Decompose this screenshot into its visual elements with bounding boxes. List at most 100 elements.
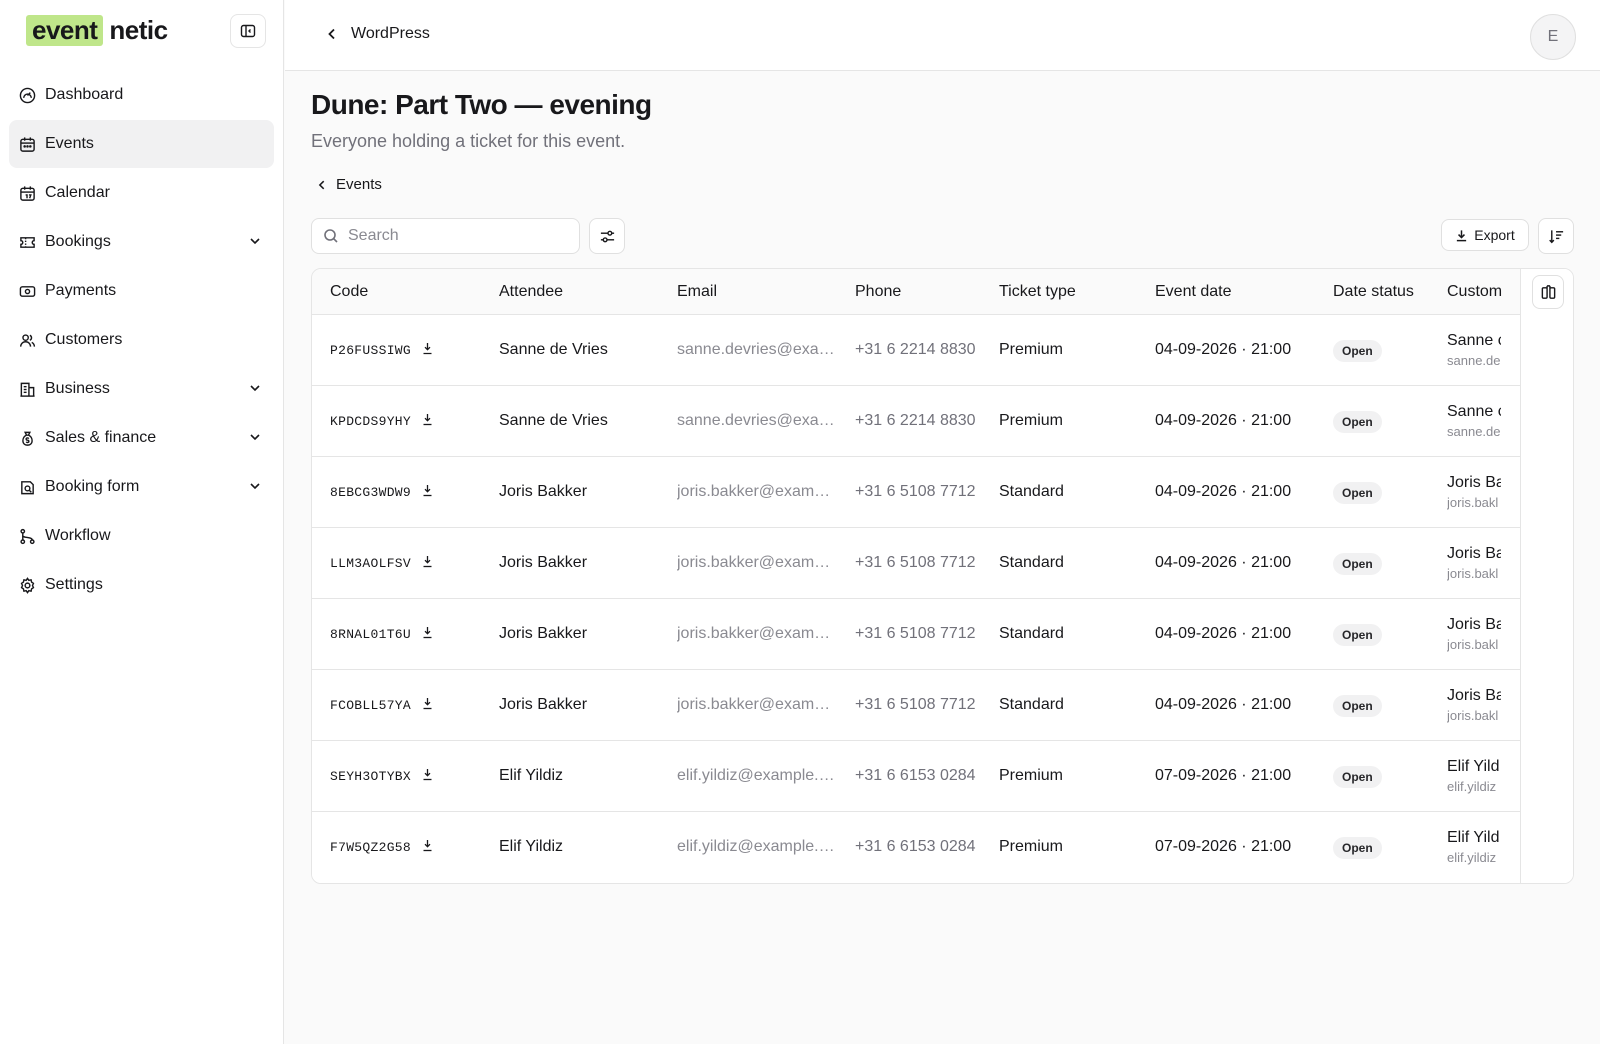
sidebar-item-business[interactable]: Business <box>9 365 274 413</box>
table-row[interactable]: 8RNAL01T6U Joris Bakker joris.bakker@examp… <box>312 599 1573 670</box>
download-ticket-icon[interactable] <box>422 413 433 431</box>
customer-cell: Sanne c sanne.de <box>1447 386 1501 456</box>
col-header-attendee[interactable]: Attendee <box>499 283 563 301</box>
status-badge: Open <box>1333 766 1382 788</box>
ticket-code: FCOBLL57YA <box>330 698 412 713</box>
search-box[interactable] <box>311 218 580 254</box>
sidebar-item-label: Booking form <box>45 478 140 495</box>
col-header-ticket-type[interactable]: Ticket type <box>999 283 1076 301</box>
back-to-wordpress-link[interactable]: WordPress <box>325 25 430 43</box>
calendar-icon <box>18 135 36 153</box>
customer-cell: Joris Ba joris.bakl <box>1447 670 1501 740</box>
table-row[interactable]: FCOBLL57YA Joris Bakker joris.bakker@examp… <box>312 670 1573 741</box>
customer-name[interactable]: Sanne c <box>1447 403 1501 421</box>
attendee-name[interactable]: Sanne de Vries <box>499 412 608 430</box>
customer-name[interactable]: Joris Ba <box>1447 687 1501 705</box>
calendar-days-icon <box>18 184 36 202</box>
ticket-code: 8EBCG3WDW9 <box>330 485 412 500</box>
sidebar-item-events[interactable]: Events <box>9 120 274 168</box>
page-title: Dune: Part Two — evening <box>311 89 652 120</box>
customer-cell: Elif Yild elif.yildiz <box>1447 741 1501 811</box>
attendee-name[interactable]: Joris Bakker <box>499 483 587 501</box>
sidebar-item-settings[interactable]: Settings <box>9 561 274 609</box>
avatar[interactable]: E <box>1530 14 1576 60</box>
chevron-down-icon <box>250 385 260 392</box>
status-badge: Open <box>1333 837 1382 859</box>
sidebar-item-workflow[interactable]: Workflow <box>9 512 274 560</box>
status-badge: Open <box>1333 340 1382 362</box>
ticket-code: SEYH3OTYBX <box>330 769 412 784</box>
sort-button[interactable] <box>1538 218 1574 254</box>
table-row[interactable]: P26FUSSIWG Sanne de Vries sanne.devries@ex… <box>312 315 1573 386</box>
table-row[interactable]: SEYH3OTYBX Elif Yildiz elif.yildiz@example… <box>312 741 1573 812</box>
customer-email: elif.yildiz <box>1447 779 1497 794</box>
download-ticket-icon[interactable] <box>422 555 433 573</box>
search-input[interactable] <box>348 227 568 245</box>
customer-cell: Joris Ba joris.bakl <box>1447 528 1501 598</box>
filter-button[interactable] <box>589 218 625 254</box>
attendee-name[interactable]: Joris Bakker <box>499 625 587 643</box>
table-header: Code Attendee Email Phone Ticket type Ev… <box>312 269 1573 315</box>
customer-name[interactable]: Joris Ba <box>1447 545 1501 563</box>
attendee-name[interactable]: Elif Yildiz <box>499 838 563 856</box>
sidebar-item-label: Calendar <box>45 184 110 201</box>
download-ticket-icon[interactable] <box>422 626 433 644</box>
download-ticket-icon[interactable] <box>422 484 433 502</box>
table-row[interactable]: 8EBCG3WDW9 Joris Bakker joris.bakker@examp… <box>312 457 1573 528</box>
customer-email: sanne.de <box>1447 353 1501 368</box>
export-button[interactable]: Export <box>1441 219 1529 251</box>
collapse-sidebar-button[interactable] <box>230 14 266 48</box>
sidebar-item-sales-finance[interactable]: Sales & finance <box>9 414 274 462</box>
col-header-custom-clip: Custom <box>1447 283 1507 305</box>
sidebar-item-calendar[interactable]: Calendar <box>9 169 274 217</box>
customer-email: joris.bakl <box>1447 708 1499 723</box>
col-header-email[interactable]: Email <box>677 283 717 301</box>
attendee-name[interactable]: Sanne de Vries <box>499 341 608 359</box>
breadcrumb-events-link[interactable]: Events <box>316 176 382 193</box>
col-header-phone[interactable]: Phone <box>855 283 901 301</box>
breadcrumb-label: Events <box>336 176 382 193</box>
sliders-icon <box>600 230 614 242</box>
download-ticket-icon[interactable] <box>422 342 433 360</box>
attendee-phone: +31 6 5108 7712 <box>855 625 976 642</box>
event-date: 04-09-2026 · 21:00 <box>1155 341 1292 358</box>
status-badge: Open <box>1333 411 1382 433</box>
attendee-name[interactable]: Joris Bakker <box>499 554 587 572</box>
attendee-phone: +31 6 6153 0284 <box>855 838 976 855</box>
download-ticket-icon[interactable] <box>422 697 433 715</box>
money-bag-icon <box>18 429 36 447</box>
column-settings-gutter <box>1520 269 1573 883</box>
table-row[interactable]: LLM3AOLFSV Joris Bakker joris.bakker@examp… <box>312 528 1573 599</box>
event-date: 04-09-2026 · 21:00 <box>1155 625 1292 642</box>
customer-name[interactable]: Joris Ba <box>1447 474 1501 492</box>
customer-name[interactable]: Sanne c <box>1447 332 1501 350</box>
chevron-down-icon <box>250 434 260 441</box>
col-header-code[interactable]: Code <box>330 283 368 301</box>
attendee-email: joris.bakker@exampl... <box>677 554 837 571</box>
download-ticket-icon[interactable] <box>422 768 433 786</box>
table-row[interactable]: F7W5QZ2G58 Elif Yildiz elif.yildiz@example… <box>312 812 1573 883</box>
sidebar-item-booking-form[interactable]: Booking form <box>9 463 274 511</box>
logo-part-event: event <box>26 14 104 46</box>
column-visibility-button[interactable] <box>1532 275 1564 309</box>
sidebar-item-bookings[interactable]: Bookings <box>9 218 274 266</box>
col-header-event-date[interactable]: Event date <box>1155 283 1232 301</box>
sidebar-item-customers[interactable]: Customers <box>9 316 274 364</box>
customer-name[interactable]: Joris Ba <box>1447 616 1501 634</box>
sidebar-item-dashboard[interactable]: Dashboard <box>9 71 274 119</box>
customer-name[interactable]: Elif Yild <box>1447 829 1499 847</box>
download-ticket-icon[interactable] <box>422 839 433 857</box>
table-row[interactable]: KPDCDS9YHY Sanne de Vries sanne.devries@ex… <box>312 386 1573 457</box>
attendee-email: sanne.devries@exam... <box>677 412 837 429</box>
attendee-name[interactable]: Elif Yildiz <box>499 767 563 785</box>
sidebar-item-label: Business <box>45 380 110 397</box>
brand-logo[interactable]: event netic <box>26 14 168 46</box>
col-header-date-status[interactable]: Date status <box>1333 283 1414 301</box>
customer-name[interactable]: Elif Yild <box>1447 758 1499 776</box>
attendee-name[interactable]: Joris Bakker <box>499 696 587 714</box>
sidebar-item-payments[interactable]: Payments <box>9 267 274 315</box>
customer-email: sanne.de <box>1447 424 1501 439</box>
customer-email: joris.bakl <box>1447 566 1499 581</box>
col-header-custom[interactable]: Custom <box>1447 283 1502 301</box>
attendee-phone: +31 6 2214 8830 <box>855 412 976 429</box>
